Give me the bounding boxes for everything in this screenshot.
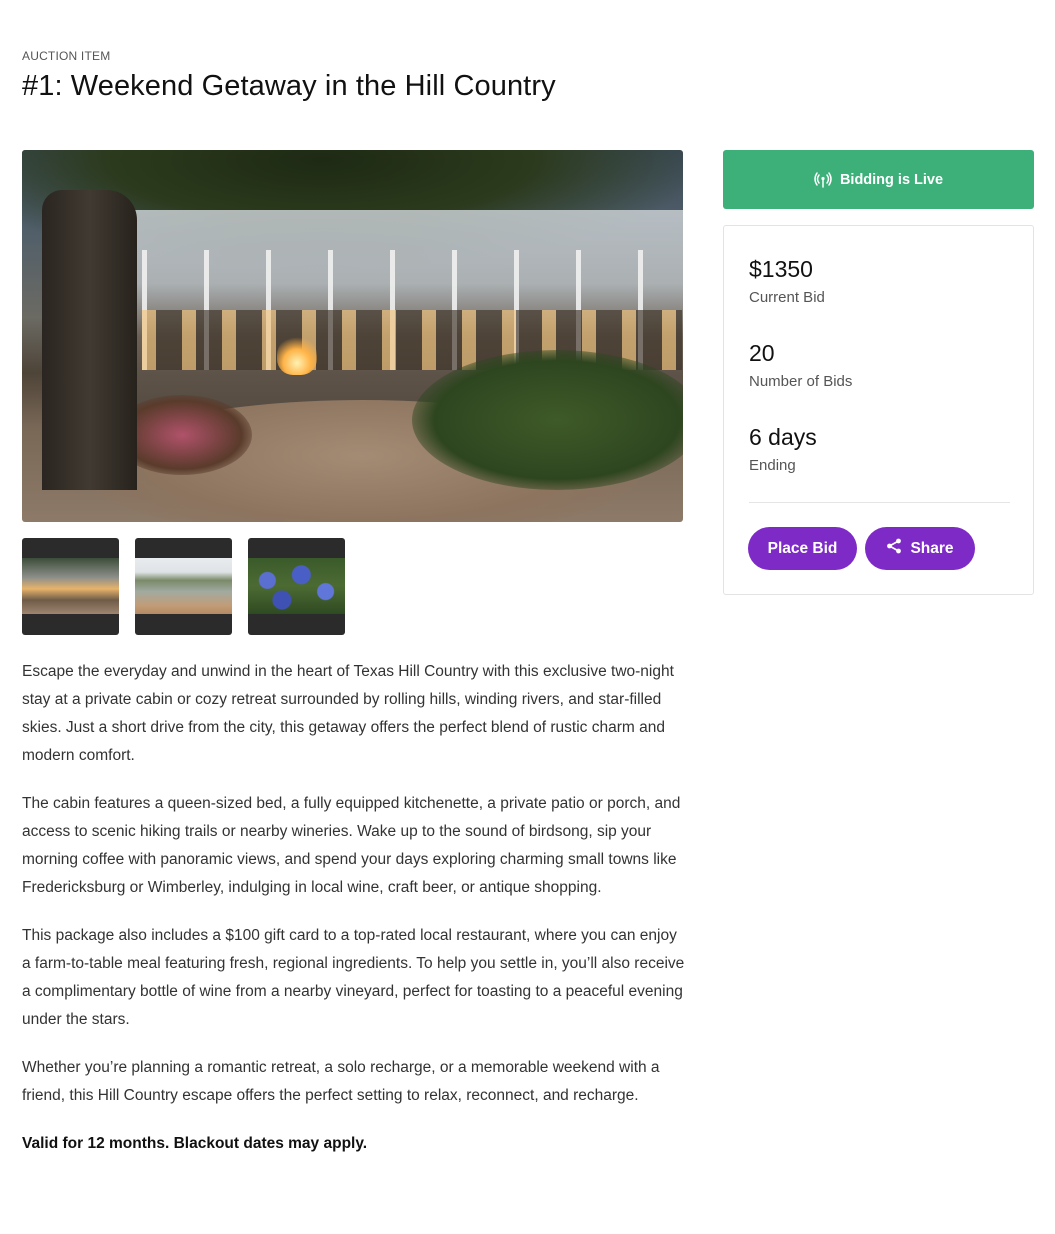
- bidding-status-label: Bidding is Live: [839, 171, 944, 188]
- share-icon: [886, 538, 902, 559]
- description-paragraph: The cabin features a queen-sized bed, a …: [22, 795, 681, 896]
- bid-summary-card: $1350 Current Bid 20 Number of Bids 6 da…: [723, 225, 1034, 595]
- place-bid-button[interactable]: Place Bid: [748, 527, 857, 570]
- thumbnail-2[interactable]: [135, 538, 232, 635]
- broadcast-icon: [814, 171, 832, 188]
- description-paragraph: Escape the everyday and unwind in the he…: [22, 663, 674, 764]
- description-paragraph: Whether you’re planning a romantic retre…: [22, 1059, 660, 1104]
- main-photo: [22, 150, 683, 522]
- divider: [749, 502, 1010, 503]
- share-button[interactable]: Share: [865, 527, 975, 570]
- section-eyebrow: AUCTION ITEM: [22, 49, 111, 63]
- thumbnail-1[interactable]: [22, 538, 119, 635]
- ending-stat: 6 days Ending: [749, 424, 817, 474]
- place-bid-label: Place Bid: [767, 539, 838, 557]
- ending-label: Ending: [749, 457, 796, 474]
- bid-count-value: 20: [749, 340, 775, 366]
- page-title: #1: Weekend Getaway in the Hill Country: [22, 70, 556, 102]
- thumbnail-3[interactable]: [248, 538, 345, 635]
- bid-count-stat: 20 Number of Bids: [749, 340, 852, 390]
- ending-value: 6 days: [749, 424, 817, 450]
- item-description: Escape the everyday and unwind in the he…: [22, 658, 687, 1178]
- current-bid-stat: $1350 Current Bid: [749, 256, 825, 306]
- current-bid-value: $1350: [749, 256, 813, 282]
- current-bid-label: Current Bid: [749, 289, 825, 306]
- bid-count-label: Number of Bids: [749, 373, 853, 390]
- share-label: Share: [910, 539, 954, 557]
- description-paragraph: This package also includes a $100 gift c…: [22, 927, 685, 1028]
- validity-note: Valid for 12 months. Blackout dates may …: [22, 1135, 368, 1152]
- bidding-status-banner: Bidding is Live: [723, 150, 1034, 209]
